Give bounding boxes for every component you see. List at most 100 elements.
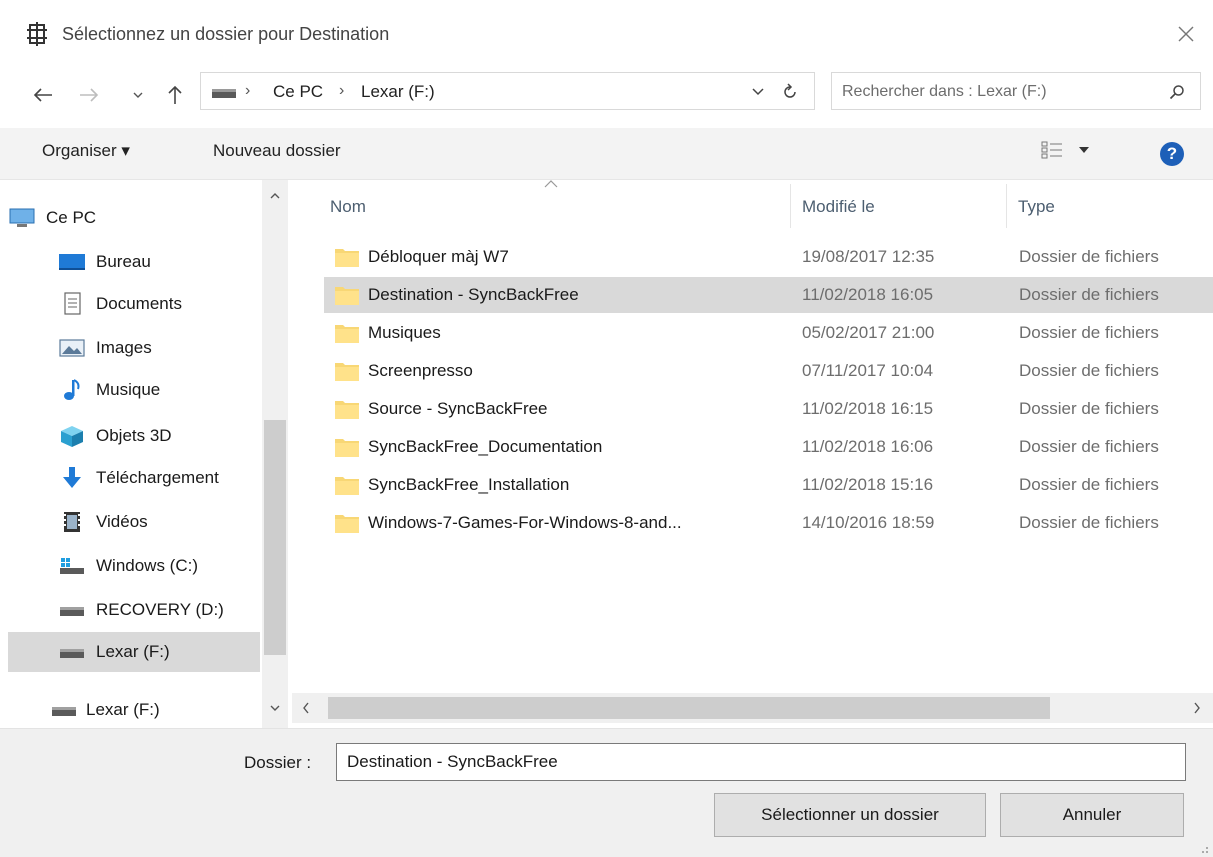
navigation-pane-scrollbar[interactable] xyxy=(262,180,288,728)
scrollbar-thumb[interactable] xyxy=(328,697,1050,719)
dialog-footer: Dossier : Sélectionner un dossier Annule… xyxy=(0,728,1213,857)
select-folder-button[interactable]: Sélectionner un dossier xyxy=(714,793,986,837)
chevron-down-icon xyxy=(133,92,143,98)
scroll-down-button[interactable] xyxy=(262,698,288,718)
column-divider[interactable] xyxy=(1006,184,1007,228)
folder-icon xyxy=(335,363,359,381)
search-button[interactable] xyxy=(1164,80,1190,104)
search-input[interactable] xyxy=(842,79,1142,105)
breadcrumb-separator: › xyxy=(339,82,345,99)
file-row[interactable]: Musiques 05/02/2017 21:00 Dossier de fic… xyxy=(324,315,1213,351)
music-icon xyxy=(58,378,86,402)
cancel-button[interactable]: Annuler xyxy=(1000,793,1184,837)
nav-item-lexar-f[interactable]: Lexar (F:) xyxy=(8,690,260,728)
up-button[interactable] xyxy=(160,76,190,114)
help-button[interactable]: ? xyxy=(1160,142,1184,166)
back-arrow-icon xyxy=(33,88,52,102)
nav-item-bureau[interactable]: Bureau xyxy=(58,242,260,282)
horizontal-scrollbar[interactable] xyxy=(292,693,1213,723)
refresh-button[interactable] xyxy=(775,79,803,105)
breadcrumb-separator: › xyxy=(245,82,251,99)
drive-icon xyxy=(58,598,86,622)
up-arrow-icon xyxy=(168,85,182,104)
file-list: Nom Modifié le Type Débloquer màj W7 19/… xyxy=(318,180,1213,728)
folder-icon xyxy=(335,325,359,343)
nav-item-lexar-f-selected[interactable]: Lexar (F:) xyxy=(8,632,260,672)
folder-icon xyxy=(335,249,359,267)
app-icon xyxy=(27,22,47,46)
folder-icon xyxy=(335,287,359,305)
windows-drive-icon xyxy=(58,554,86,578)
nav-item-telechargement[interactable]: Téléchargement xyxy=(58,458,260,498)
file-row[interactable]: Screenpresso 07/11/2017 10:04 Dossier de… xyxy=(324,353,1213,389)
file-row[interactable]: SyncBackFree_Installation 11/02/2018 15:… xyxy=(324,467,1213,503)
videos-icon xyxy=(58,510,86,534)
view-options-button[interactable] xyxy=(1040,140,1090,160)
nav-item-ce-pc[interactable]: Ce PC xyxy=(8,198,260,238)
column-header-modified[interactable]: Modifié le xyxy=(802,180,1002,234)
nav-item-recovery-d[interactable]: RECOVERY (D:) xyxy=(58,590,260,630)
address-dropdown-button[interactable] xyxy=(747,81,769,103)
images-icon xyxy=(58,336,86,360)
nav-item-objets-3d[interactable]: Objets 3D xyxy=(58,416,260,456)
new-folder-button[interactable]: Nouveau dossier xyxy=(213,141,341,161)
resize-grip-icon[interactable] xyxy=(1196,837,1210,855)
nav-item-windows-c[interactable]: Windows (C:) xyxy=(58,546,260,586)
search-box[interactable] xyxy=(831,72,1201,110)
folder-icon xyxy=(335,439,359,457)
column-divider[interactable] xyxy=(790,184,791,228)
usb-drive-icon xyxy=(58,640,86,664)
forward-arrow-icon xyxy=(80,88,99,102)
download-icon xyxy=(58,466,86,490)
close-icon xyxy=(1178,26,1194,42)
nav-item-musique[interactable]: Musique xyxy=(58,370,260,410)
scroll-right-button[interactable] xyxy=(1182,693,1212,723)
folder-icon xyxy=(335,515,359,533)
breadcrumb-item-ce-pc[interactable]: Ce PC xyxy=(273,82,323,102)
address-bar[interactable]: › Ce PC › Lexar (F:) xyxy=(200,72,815,110)
refresh-icon xyxy=(783,83,796,98)
organize-button[interactable]: Organiser ▾ xyxy=(42,141,130,161)
file-row[interactable]: Débloquer màj W7 19/08/2017 12:35 Dossie… xyxy=(324,239,1213,275)
back-button[interactable] xyxy=(28,76,58,114)
folder-name-input[interactable] xyxy=(336,743,1186,781)
folder-icon xyxy=(335,477,359,495)
navigation-bar: › Ce PC › Lexar (F:) xyxy=(0,70,1213,120)
desktop-icon xyxy=(58,250,86,274)
recent-locations-button[interactable] xyxy=(128,76,148,114)
search-icon xyxy=(1169,85,1184,100)
file-row[interactable]: SyncBackFree_Documentation 11/02/2018 16… xyxy=(324,429,1213,465)
documents-icon xyxy=(58,292,86,316)
chevron-down-icon xyxy=(752,88,764,96)
nav-item-images[interactable]: Images xyxy=(58,328,260,368)
chevron-left-icon xyxy=(303,702,309,714)
title-bar: Sélectionnez un dossier pour Destination xyxy=(0,0,1213,70)
chevron-down-icon xyxy=(270,705,280,711)
dialog-title: Sélectionnez un dossier pour Destination xyxy=(62,24,390,44)
file-row[interactable]: Windows-7-Games-For-Windows-8-and... 14/… xyxy=(324,505,1213,541)
close-button[interactable] xyxy=(1166,16,1206,52)
breadcrumb-item-lexar[interactable]: Lexar (F:) xyxy=(361,82,435,102)
3d-objects-icon xyxy=(58,424,86,448)
navigation-pane: Ce PC Bureau Documents Images Musique Ob… xyxy=(0,180,290,728)
scroll-up-button[interactable] xyxy=(262,186,288,206)
file-row-selected[interactable]: Destination - SyncBackFree 11/02/2018 16… xyxy=(324,277,1213,313)
nav-item-documents[interactable]: Documents xyxy=(58,284,260,324)
usb-drive-icon xyxy=(50,698,78,722)
scroll-left-button[interactable] xyxy=(292,693,320,723)
folder-icon xyxy=(335,401,359,419)
nav-item-videos[interactable]: Vidéos xyxy=(58,502,260,542)
column-header-name[interactable]: Nom xyxy=(330,180,790,234)
command-bar: Organiser ▾ Nouveau dossier ? xyxy=(0,128,1213,180)
folder-label: Dossier : xyxy=(244,753,312,772)
drive-icon xyxy=(212,89,236,98)
details-view-icon xyxy=(1041,141,1062,159)
chevron-right-icon xyxy=(1194,702,1200,714)
chevron-down-icon xyxy=(1079,147,1089,153)
column-header-type[interactable]: Type xyxy=(1018,180,1208,234)
forward-button[interactable] xyxy=(74,76,104,114)
scrollbar-thumb[interactable] xyxy=(264,420,286,655)
chevron-up-icon xyxy=(270,193,280,199)
file-row[interactable]: Source - SyncBackFree 11/02/2018 16:15 D… xyxy=(324,391,1213,427)
computer-icon xyxy=(8,206,36,230)
